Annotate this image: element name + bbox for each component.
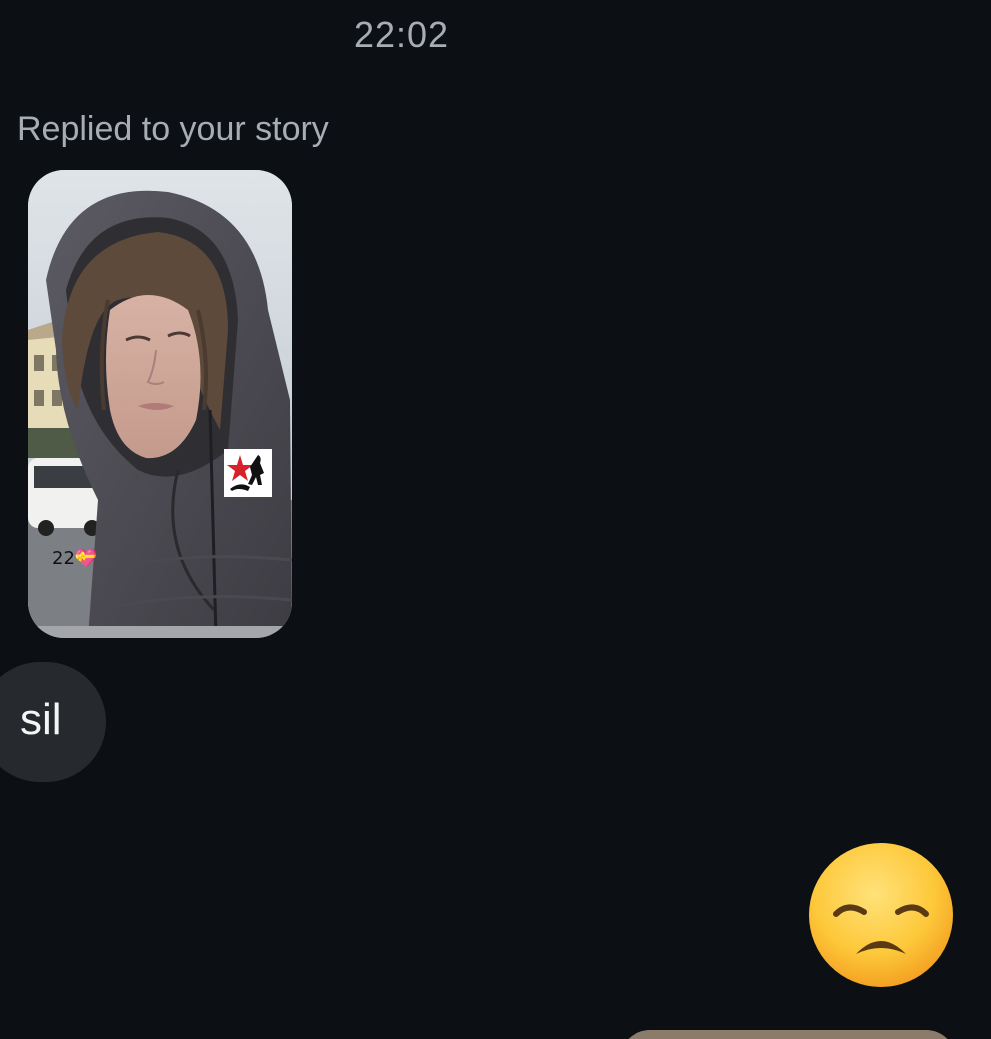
star-silhouette-sticker-icon xyxy=(224,449,272,497)
message-text: sil xyxy=(20,695,62,744)
outgoing-emoji-message[interactable] xyxy=(808,842,954,988)
heart-with-ribbon-icon: 💝 xyxy=(74,548,98,569)
chat-thread: 22:02 Replied to your story 22💝 sil xyxy=(0,0,991,1039)
incoming-message-bubble[interactable]: sil xyxy=(0,662,106,782)
message-timestamp: 22:02 xyxy=(353,14,450,55)
story-reply-label: Replied to your story xyxy=(17,110,329,148)
story-overlay-text: 22💝 xyxy=(52,548,97,569)
next-media-preview[interactable] xyxy=(620,1030,956,1039)
story-reply-thumbnail[interactable]: 22💝 xyxy=(28,170,292,638)
story-overlay-number: 22 xyxy=(52,548,75,569)
disappointed-face-icon xyxy=(809,843,953,987)
